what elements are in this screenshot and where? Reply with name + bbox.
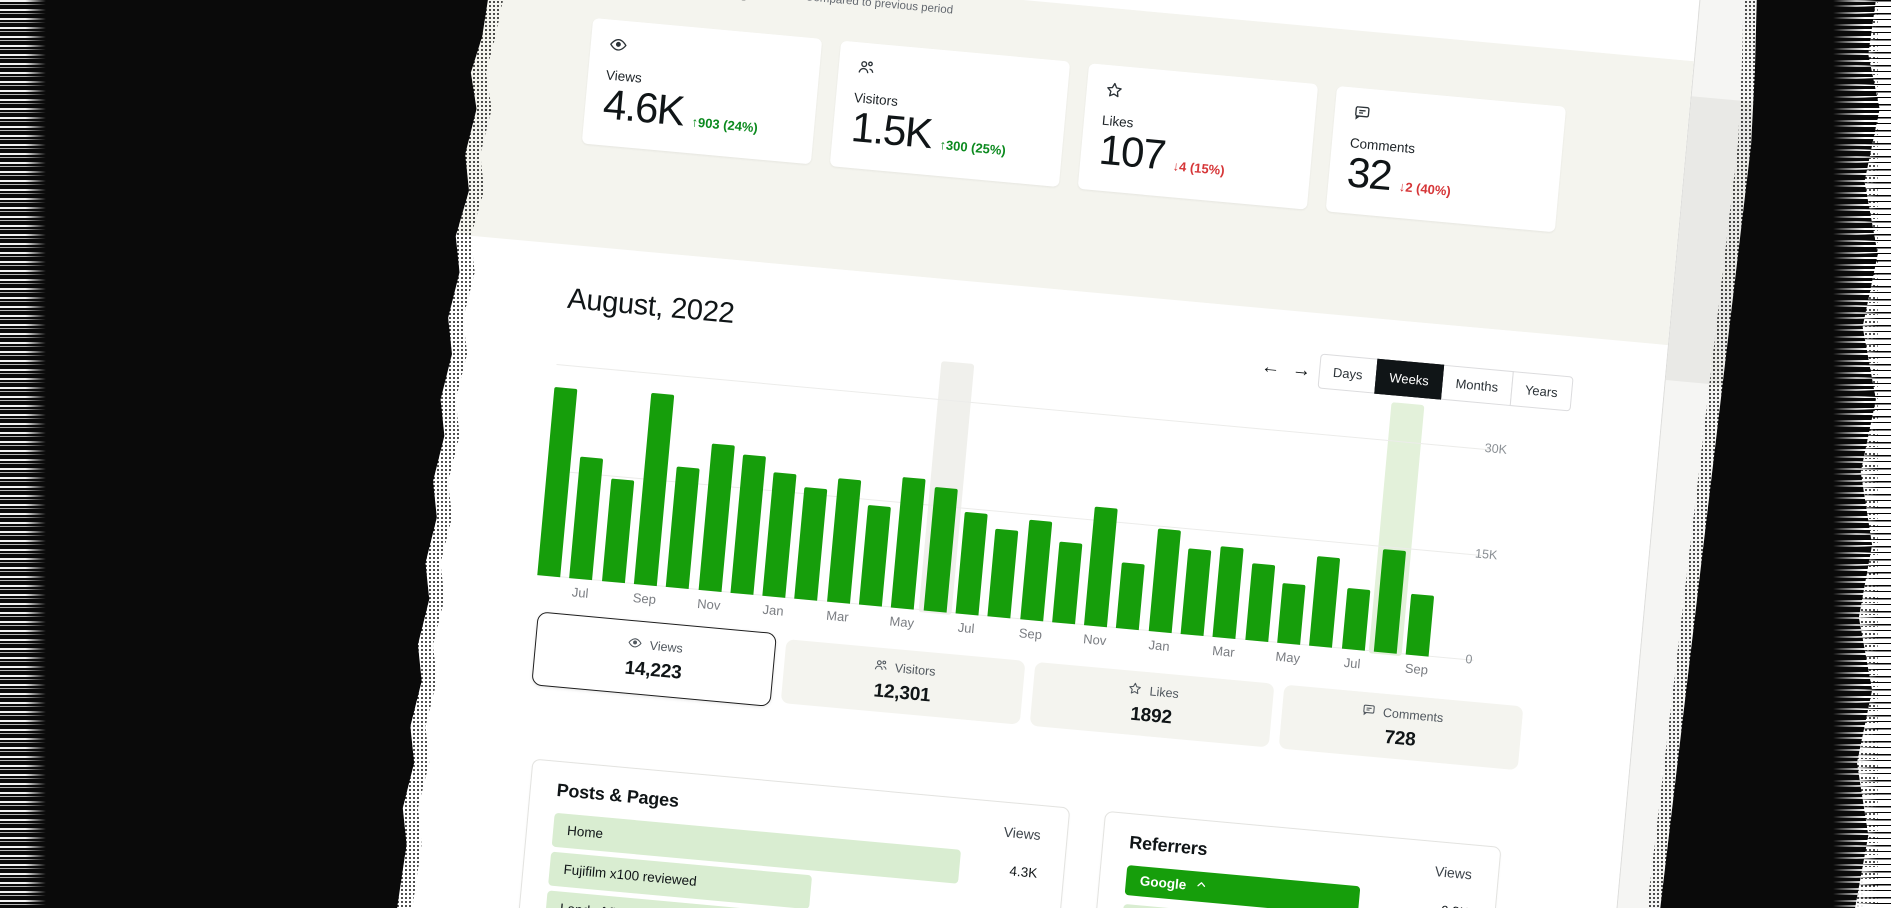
next-period-arrow[interactable]: → [1291,355,1313,387]
views-bar[interactable] [1245,563,1275,642]
x-axis-label: Jul [1330,654,1375,673]
x-axis-label: Jan [1137,636,1182,655]
tab-years[interactable]: Years [1509,371,1573,411]
summary-tab-comments[interactable]: Comments 728 [1279,685,1524,771]
summary-tab-label-row: Comments [1360,701,1444,726]
views-bar[interactable] [1116,562,1145,630]
summary-tab-label: Views [649,638,683,655]
views-bar[interactable] [569,457,603,581]
views-bar[interactable] [955,512,987,616]
views-bar[interactable] [1020,520,1052,622]
highlight-card-trend: ↓2 (40%) [1398,179,1452,204]
referrer-row-views: 6.2K [1439,894,1470,908]
views-bar[interactable] [730,454,766,595]
tab-days[interactable]: Days [1318,354,1379,394]
eye-icon [608,41,628,60]
x-axis-label: Mar [815,607,860,626]
views-bar[interactable] [666,466,700,589]
highlight-card-value: 32 [1345,151,1392,198]
views-bar[interactable] [859,505,891,607]
x-axis-label: Jan [751,601,796,620]
views-bar[interactable] [1084,507,1118,628]
summary-tab-value: 728 [1383,726,1416,751]
summary-tab-value: 1892 [1129,703,1172,729]
highlight-card-trend: ↓4 (15%) [1172,158,1226,183]
eye-icon [627,634,644,653]
highlight-card-trend: ↑300 (25%) [938,137,1006,163]
star-icon [1104,86,1124,105]
views-bar-chart: JulSepNovJanMarMayJulSepNovJanMarMayJulS… [537,344,1458,657]
summary-tab-value: 12,301 [873,680,932,707]
prev-period-arrow[interactable]: ← [1260,352,1282,384]
period-nav: ← → [1260,352,1313,386]
people-icon [856,63,876,82]
views-bar[interactable] [1213,546,1244,639]
post-row-views: 4.3K [1008,854,1039,890]
summary-tab-visitors[interactable]: Visitors12,301 [781,639,1026,725]
screenshot-stage: 7-day highlights Compared to previous pe… [0,0,1891,908]
x-axis-label: Jul [558,583,603,602]
referrers-title: Referrers [1128,832,1208,860]
tab-weeks[interactable]: Weeks [1374,359,1444,400]
views-bar[interactable] [1052,542,1082,625]
highlight-card-visitors: Visitors1.5K↑300 (25%) [830,41,1071,187]
views-bar[interactable] [1341,588,1369,651]
x-axis-label: Jul [944,618,989,637]
highlight-card-likes: Likes107↓4 (15%) [1078,63,1319,209]
highlight-card-comments: Comments32↓2 (40%) [1326,86,1567,232]
y-axis-label: 0 [1465,652,1526,671]
highlight-card-value: 4.6K [601,83,685,133]
views-bar[interactable] [602,478,634,583]
views-bar[interactable] [698,443,734,591]
y-axis-label: 30K [1484,441,1545,460]
highlight-card-value: 107 [1097,129,1166,178]
summary-tab-likes[interactable]: Likes 1892 [1030,662,1275,748]
x-axis-label: Sep [1394,660,1439,679]
period-title: August, 2022 [566,283,736,331]
x-axis-label: Mar [1201,642,1246,661]
chevron-up-icon [1193,871,1209,902]
x-axis-label: Sep [622,589,667,608]
x-axis-label: May [879,613,924,632]
left-noise-streaks [0,0,46,908]
star-icon [1127,680,1144,699]
summary-tab-label-row: Likes [1127,680,1180,703]
stats-page: 7-day highlights Compared to previous pe… [360,0,1698,908]
summary-tab-views[interactable]: Views 14,223 [531,611,777,707]
summary-tab-label-row: Views [627,634,684,657]
summary-tab-value: 14,223 [624,657,683,684]
tab-months[interactable]: Months [1440,365,1514,406]
posts-pages-card: Posts & Pages Views Home4.3KFujifilm x10… [505,759,1070,908]
y-axis-label: 15K [1475,546,1536,565]
x-axis-label: Nov [686,595,731,614]
referrers-card: Referrers Views Google6.2K [1078,811,1502,908]
summary-tab-label-row: Visitors [872,657,936,681]
views-bar[interactable] [1148,528,1180,633]
highlight-card-value: 1.5K [849,106,933,156]
x-axis-label: May [1265,648,1310,667]
comment-icon [1352,108,1372,127]
summary-tab-label: Likes [1149,684,1179,701]
views-bar[interactable] [762,472,796,598]
views-bar[interactable] [1277,583,1305,645]
referrers-views-column-header: Views [1434,863,1472,882]
comment-icon [1360,701,1377,720]
views-bar[interactable] [1181,548,1212,636]
people-icon [872,657,889,676]
x-axis-label: Sep [1008,624,1053,643]
highlight-card-trend: ↑903 (24%) [690,114,758,140]
highlight-card-views: Views4.6K↑903 (24%) [582,18,823,164]
views-bar[interactable] [795,487,828,601]
summary-tab-label: Comments [1382,705,1443,724]
views-bar[interactable] [988,529,1019,619]
rotated-page-stack: 7-day highlights Compared to previous pe… [360,0,1872,908]
views-bar[interactable] [1309,556,1340,648]
views-bar[interactable] [1406,594,1434,657]
posts-views-column-header: Views [1003,824,1041,843]
views-bar[interactable] [827,478,861,604]
posts-pages-title: Posts & Pages [556,780,680,812]
x-axis-label: Nov [1072,630,1117,649]
summary-tab-label: Visitors [894,661,936,679]
granularity-tabs: DaysWeeksMonthsYears [1318,354,1574,412]
